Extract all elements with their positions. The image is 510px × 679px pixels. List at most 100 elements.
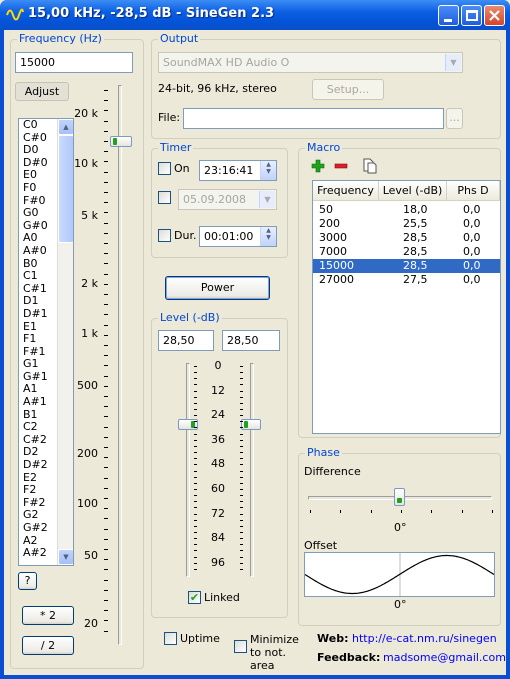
frequency-tick <box>104 467 108 468</box>
macro-list-header: Frequency Level (-dB) Phs D <box>313 181 500 201</box>
level-right-thumb[interactable] <box>241 419 261 430</box>
macro-row[interactable]: 15000 28,5 0,0 <box>313 259 500 273</box>
frequency-tick <box>104 631 108 632</box>
frequency-tick <box>104 539 108 540</box>
level-tick <box>240 489 243 490</box>
add-macro-button[interactable] <box>310 158 326 174</box>
copy-macro-button[interactable] <box>362 157 378 175</box>
half-frequency-button[interactable]: / 2 <box>22 636 74 655</box>
frequency-slider-thumb[interactable] <box>110 136 132 147</box>
macro-list[interactable]: Frequency Level (-dB) Phs D 50 18,0 0,0 200… <box>312 180 501 434</box>
timer-date-select[interactable]: 05.09.2008 ▼ <box>178 189 277 210</box>
setup-button[interactable]: Setup... <box>312 79 384 100</box>
macro-row[interactable]: 200 25,5 0,0 <box>313 217 500 231</box>
timer-duration-spinner[interactable]: ▲ ▼ <box>260 227 276 246</box>
frequency-tick <box>104 518 108 519</box>
level-left-input[interactable]: 28,50 <box>158 330 214 351</box>
level-tick <box>194 440 197 441</box>
frequency-tick <box>104 151 108 152</box>
output-device-value: SoundMAX HD Audio O <box>163 56 290 69</box>
frequency-tick <box>104 335 108 336</box>
level-tick <box>194 366 197 367</box>
frequency-tick <box>104 182 108 183</box>
phase-difference-thumb[interactable] <box>394 488 405 506</box>
timer-duration-checkbox[interactable] <box>158 229 171 242</box>
frequency-input[interactable]: 15000 <box>15 52 133 73</box>
macro-cell: 50 <box>319 203 333 216</box>
power-button[interactable]: Power <box>165 276 270 300</box>
level-right-input[interactable]: 28,50 <box>222 330 280 351</box>
level-tick <box>194 378 197 379</box>
level-tick <box>240 384 243 385</box>
frequency-scale-label: 10 k <box>74 157 98 170</box>
frequency-tick <box>104 365 108 366</box>
maximize-button[interactable] <box>461 5 482 26</box>
timer-date-checkbox[interactable] <box>158 191 171 204</box>
macro-row[interactable]: 3000 28,5 0,0 <box>313 231 500 245</box>
frequency-scale-label: 1 k <box>81 327 98 340</box>
frequency-tick <box>104 610 108 611</box>
browse-button[interactable]: ... <box>446 108 463 129</box>
timer-on-checkbox[interactable] <box>158 162 171 175</box>
output-device-select[interactable]: SoundMAX HD Audio O ▼ <box>158 52 463 73</box>
timer-time-spinner[interactable]: ▲ ▼ <box>260 161 276 180</box>
frequency-scale-label: 20 k <box>74 107 98 120</box>
scroll-up-arrow-icon[interactable]: ▲ <box>58 119 73 135</box>
level-tick <box>240 550 243 551</box>
remove-macro-button[interactable] <box>333 158 349 174</box>
frequency-tick <box>104 202 108 203</box>
level-tick <box>194 384 197 385</box>
level-tick <box>240 378 243 379</box>
column-phase[interactable]: Phs D <box>447 181 500 201</box>
minimize-to-tray-checkbox[interactable] <box>234 640 247 653</box>
level-tick <box>194 403 197 404</box>
level-tick <box>194 507 197 508</box>
level-left-track[interactable] <box>186 363 190 577</box>
frequency-scale-label: 5 k <box>81 209 98 222</box>
frequency-tick <box>104 355 108 356</box>
minimize-button[interactable] <box>438 5 459 26</box>
adjust-button[interactable]: Adjust <box>15 82 69 101</box>
help-button[interactable]: ? <box>18 572 37 590</box>
frequency-tick <box>104 437 108 438</box>
uptime-checkbox[interactable] <box>164 632 177 645</box>
level-tick <box>194 397 197 398</box>
frequency-slider-track[interactable] <box>118 85 122 645</box>
thumb-marker <box>244 421 248 428</box>
level-right-track[interactable] <box>250 363 254 577</box>
level-tick <box>240 391 243 392</box>
level-tick <box>240 526 243 527</box>
column-level[interactable]: Level (-dB) <box>379 181 447 201</box>
phase-offset-label: Offset <box>304 539 338 552</box>
frequency-tick <box>104 141 108 142</box>
level-tick <box>240 440 243 441</box>
client-area: Frequency (Hz) 15000 Adjust C0 C#0 D0 D#0 E0… <box>4 30 506 675</box>
macro-cell: 0,0 <box>463 231 481 244</box>
close-button[interactable] <box>484 5 505 26</box>
level-tick <box>194 477 197 478</box>
macro-row[interactable]: 50 18,0 0,0 <box>313 203 500 217</box>
level-tick <box>240 415 243 416</box>
column-frequency[interactable]: Frequency <box>313 181 379 201</box>
linked-checkbox[interactable]: ✔ <box>188 591 201 604</box>
level-tick <box>194 421 197 422</box>
scroll-thumb[interactable] <box>58 135 73 243</box>
title-bar[interactable]: 15,00 kHz, -28,5 dB - SineGen 2.3 <box>0 0 510 30</box>
phase-offset-graph[interactable] <box>304 552 495 597</box>
macro-row[interactable]: 27000 27,5 0,0 <box>313 273 500 287</box>
phase-tick <box>310 510 311 513</box>
level-group-label: Level (-dB) <box>158 311 222 324</box>
level-tick <box>240 501 243 502</box>
frequency-tick <box>104 253 108 254</box>
feedback-email-link[interactable]: madsome@gmail.com <box>383 651 506 664</box>
macro-row[interactable]: 7000 28,5 0,0 <box>313 245 500 259</box>
macro-cell: 27,5 <box>403 273 428 286</box>
web-link[interactable]: http://e-cat.nm.ru/sinegen <box>352 632 497 645</box>
file-input[interactable] <box>183 108 444 129</box>
frequency-tick <box>104 110 108 111</box>
level-tick <box>240 409 243 410</box>
level-tick <box>240 458 243 459</box>
level-tick <box>194 434 197 435</box>
frequency-tick <box>104 590 108 591</box>
level-tick <box>240 507 243 508</box>
